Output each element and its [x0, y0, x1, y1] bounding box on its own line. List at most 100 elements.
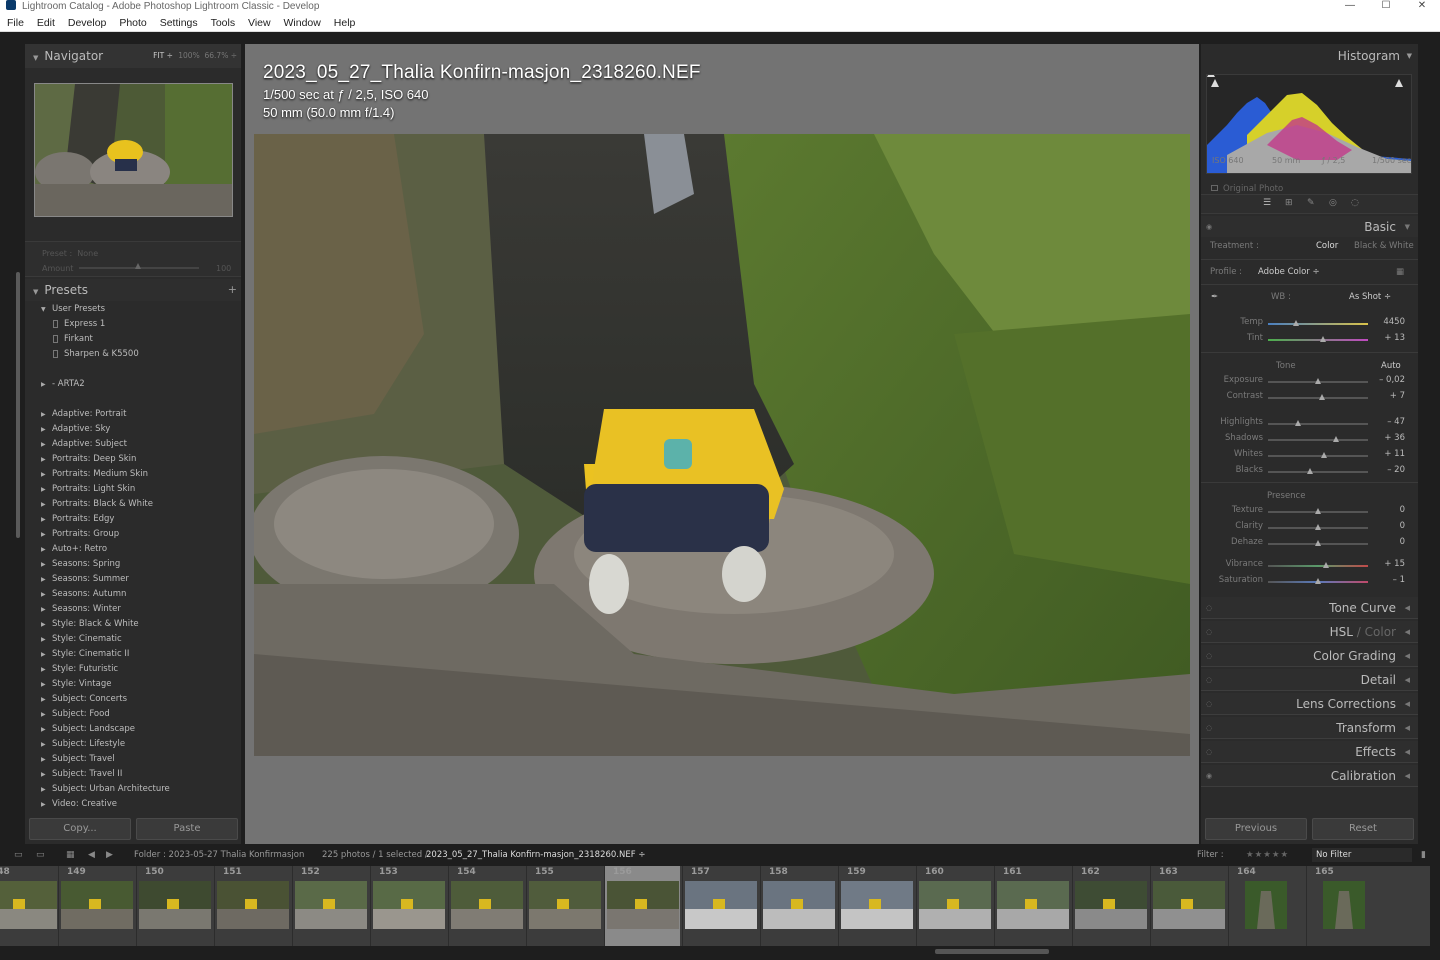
preset-group[interactable]: ▶ Seasons: Autumn: [25, 587, 241, 602]
preset-group[interactable]: ▶ Portraits: Light Skin: [25, 482, 241, 497]
filmstrip-cell[interactable]: 162: [1072, 866, 1148, 946]
filmstrip-cell[interactable]: 158: [760, 866, 836, 946]
slider-knob[interactable]: [1323, 562, 1329, 568]
preset-item[interactable]: Firkant: [25, 332, 241, 347]
collapsed-triangle-icon[interactable]: ▶: [41, 797, 46, 812]
slider-value[interactable]: 0: [1369, 505, 1405, 515]
slider-value[interactable]: + 13: [1369, 333, 1405, 343]
filmstrip-cell[interactable]: 157: [682, 866, 758, 946]
minimize-button[interactable]: —: [1332, 0, 1368, 12]
preset-group[interactable]: ▼ User Presets: [25, 302, 241, 317]
slider-knob[interactable]: [1315, 578, 1321, 584]
thumbnail[interactable]: [1309, 881, 1381, 929]
collapsed-triangle-icon[interactable]: ▶: [41, 602, 46, 617]
menu-photo[interactable]: Photo: [119, 17, 146, 29]
preset-group[interactable]: ▶ Portraits: Edgy: [25, 512, 241, 527]
eye-icon[interactable]: ◌: [1206, 741, 1212, 763]
collapsed-triangle-icon[interactable]: ▶: [41, 542, 46, 557]
preset-group[interactable]: ▶ Adaptive: Sky: [25, 422, 241, 437]
slider-knob[interactable]: [1315, 508, 1321, 514]
slider-value[interactable]: 4450: [1369, 317, 1405, 327]
eye-icon[interactable]: ◌: [1206, 597, 1212, 619]
crop-icon[interactable]: ⊞: [1285, 198, 1293, 208]
thumbnail[interactable]: [607, 881, 679, 929]
filter-select[interactable]: No Filter: [1312, 848, 1412, 862]
healing-brush-icon[interactable]: ✎: [1307, 198, 1315, 208]
slider-value[interactable]: + 36: [1369, 433, 1405, 443]
copy-button[interactable]: Copy...: [29, 818, 131, 840]
collapsed-triangle-icon[interactable]: ▶: [41, 452, 46, 467]
slider-track[interactable]: [1268, 423, 1368, 425]
collapsed-triangle-icon[interactable]: ▶: [41, 437, 46, 452]
thumbnail[interactable]: [1075, 881, 1147, 929]
slider-value[interactable]: + 15: [1369, 559, 1405, 569]
slider-knob[interactable]: [1321, 452, 1327, 458]
star-filter[interactable]: ★★★★★: [1246, 844, 1289, 866]
navigator-header[interactable]: ▼ Navigator FIT ÷ 100% 66.7% ÷: [25, 44, 241, 68]
preset-group[interactable]: ▶ Seasons: Spring: [25, 557, 241, 572]
auto-tone-button[interactable]: Auto: [1381, 359, 1401, 373]
preset-group[interactable]: ▶ Style: Black & White: [25, 617, 241, 632]
filmstrip-cell[interactable]: 154: [448, 866, 524, 946]
profile-browser-icon[interactable]: ▦: [1396, 265, 1404, 279]
slider-contrast[interactable]: Contrast + 7: [1201, 391, 1418, 405]
collapsed-triangle-icon[interactable]: ▶: [41, 617, 46, 632]
back-arrow-icon[interactable]: ◀: [88, 844, 95, 866]
slider-knob[interactable]: [1315, 378, 1321, 384]
slider-vibrance[interactable]: Vibrance + 15: [1201, 559, 1418, 573]
section-calibration[interactable]: ◉ Calibration ◀: [1201, 765, 1418, 787]
slider-value[interactable]: – 1: [1369, 575, 1405, 585]
slider-value[interactable]: 0: [1369, 521, 1405, 531]
eye-icon[interactable]: ◉: [1206, 765, 1212, 787]
slider-knob[interactable]: [1307, 468, 1313, 474]
slider-knob[interactable]: [1293, 320, 1299, 326]
slider-track[interactable]: [1268, 323, 1368, 325]
collapsed-triangle-icon[interactable]: ▶: [41, 767, 46, 782]
slider-value[interactable]: 0: [1369, 537, 1405, 547]
preset-group[interactable]: ▶ Seasons: Winter: [25, 602, 241, 617]
filmstrip-cell[interactable]: 160: [916, 866, 992, 946]
slider-knob[interactable]: [1295, 420, 1301, 426]
zoom-fit[interactable]: FIT ÷: [153, 51, 173, 60]
preset-group[interactable]: ▶ Style: Cinematic: [25, 632, 241, 647]
collapsed-triangle-icon[interactable]: ▶: [41, 647, 46, 662]
preset-group[interactable]: ▶ Style: Cinematic II: [25, 647, 241, 662]
thumbnail[interactable]: [217, 881, 289, 929]
eye-icon[interactable]: ◌: [1206, 621, 1212, 643]
collapsed-triangle-icon[interactable]: ▶: [41, 422, 46, 437]
collapsed-triangle-icon[interactable]: ▶: [41, 377, 46, 392]
filter-lock-icon[interactable]: ▮: [1421, 844, 1426, 866]
previous-button[interactable]: Previous: [1205, 818, 1307, 840]
preset-group[interactable]: ▶ Subject: Travel II: [25, 767, 241, 782]
paste-button[interactable]: Paste: [136, 818, 238, 840]
preset-group[interactable]: ▶ Adaptive: Subject: [25, 437, 241, 452]
preset-group[interactable]: ▶ Style: Futuristic: [25, 662, 241, 677]
slider-knob[interactable]: [1333, 436, 1339, 442]
amount-slider-knob[interactable]: [135, 263, 141, 269]
collapsed-triangle-icon[interactable]: ▶: [41, 632, 46, 647]
thumbnail[interactable]: [295, 881, 367, 929]
section-title-suffix[interactable]: / Color: [1353, 625, 1396, 639]
thumbnail[interactable]: [0, 881, 57, 929]
treatment-color[interactable]: Color: [1316, 239, 1338, 253]
folder-breadcrumb[interactable]: Folder : 2023-05-27 Thalia Konfirmasjon: [134, 844, 304, 866]
profile-select[interactable]: Adobe Color ÷: [1258, 265, 1320, 279]
preset-group[interactable]: ▶ Style: Vintage: [25, 677, 241, 692]
filmstrip-cell[interactable]: 159: [838, 866, 914, 946]
slider-tint[interactable]: Tint + 13: [1201, 333, 1418, 347]
filmstrip-cell[interactable]: 151: [214, 866, 290, 946]
section-effects[interactable]: ◌ Effects ◀: [1201, 741, 1418, 763]
close-button[interactable]: ✕: [1404, 0, 1440, 12]
collapsed-triangle-icon[interactable]: ▶: [41, 482, 46, 497]
filmstrip-scrollbar[interactable]: [935, 949, 1049, 954]
slider-value[interactable]: – 20: [1369, 465, 1405, 475]
slider-track[interactable]: [1268, 339, 1368, 341]
slider-track[interactable]: [1268, 455, 1368, 457]
menu-help[interactable]: Help: [334, 17, 356, 29]
eye-icon[interactable]: ◌: [1206, 669, 1212, 691]
filmstrip-cell[interactable]: 165: [1306, 866, 1382, 946]
preset-group[interactable]: ▶ Subject: Concerts: [25, 692, 241, 707]
slider-knob[interactable]: [1315, 524, 1321, 530]
preset-group[interactable]: ▶ Seasons: Summer: [25, 572, 241, 587]
preset-group[interactable]: ▶ Subject: Landscape: [25, 722, 241, 737]
